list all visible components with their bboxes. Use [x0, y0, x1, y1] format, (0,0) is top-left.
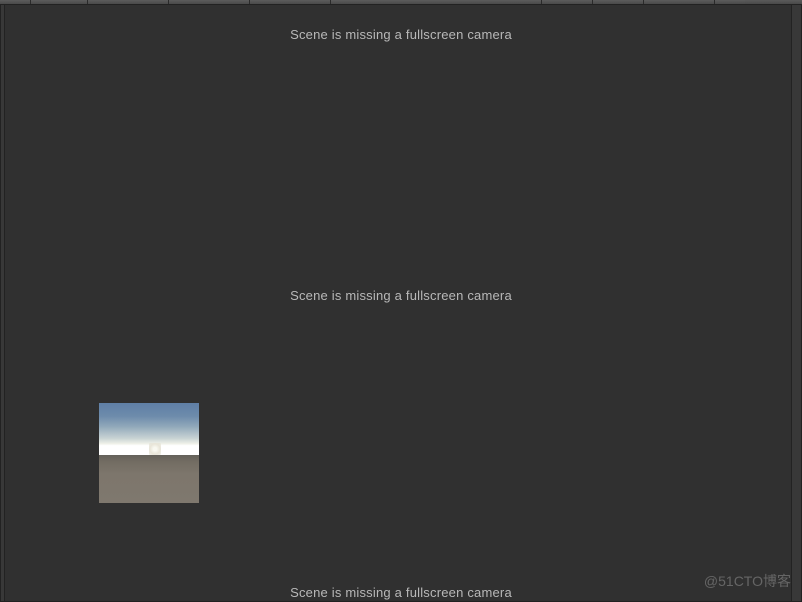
- toolbar-segment[interactable]: [88, 0, 168, 4]
- toolbar-segment[interactable]: [169, 0, 249, 4]
- camera-preview-thumbnail[interactable]: [99, 403, 199, 503]
- toolbar-segment[interactable]: [593, 0, 643, 4]
- game-view-panel: Scene is missing a fullscreen camera Sce…: [0, 5, 802, 602]
- missing-camera-warning: Scene is missing a fullscreen camera: [1, 585, 801, 600]
- panel-right-border: [791, 5, 801, 601]
- missing-camera-warning: Scene is missing a fullscreen camera: [1, 27, 801, 42]
- missing-camera-warning: Scene is missing a fullscreen camera: [1, 288, 801, 303]
- toolbar-segment[interactable]: [644, 0, 714, 4]
- toolbar-segment[interactable]: [542, 0, 592, 4]
- preview-scene-object: [149, 443, 161, 455]
- toolbar-segment[interactable]: [331, 0, 541, 4]
- toolbar-segment[interactable]: [0, 0, 30, 4]
- toolbar-segment[interactable]: [715, 0, 745, 4]
- preview-ground: [99, 455, 199, 503]
- toolbar-segment[interactable]: [31, 0, 87, 4]
- panel-left-border: [1, 5, 5, 601]
- watermark-text: @51CTO博客: [704, 571, 791, 591]
- toolbar-segment[interactable]: [250, 0, 330, 4]
